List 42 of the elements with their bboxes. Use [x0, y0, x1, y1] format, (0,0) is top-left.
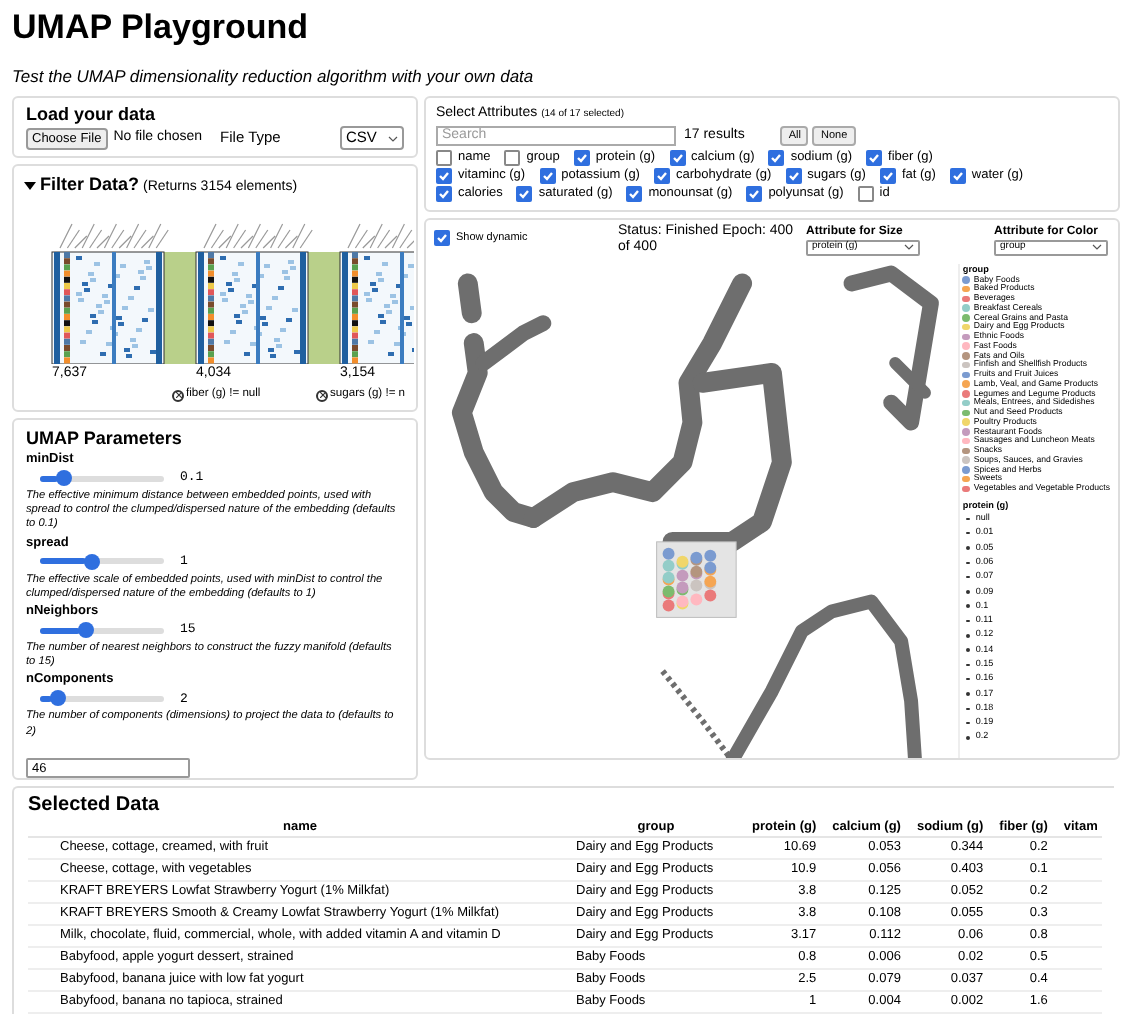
slider-thumb[interactable]: [56, 470, 73, 486]
section-title: Selected Data: [28, 792, 162, 818]
checkbox[interactable]: [516, 186, 533, 202]
slider-track[interactable]: [40, 558, 164, 565]
checkbox[interactable]: [573, 150, 590, 166]
page-subtitle: Test the UMAP dimensionality reduction algorithm with your own data: [12, 66, 536, 88]
checkbox[interactable]: [434, 229, 450, 246]
page-title: UMAP Playground: [12, 6, 310, 50]
chevron-icon: [388, 135, 398, 141]
remove-filter-icon[interactable]: [172, 389, 184, 401]
checkbox[interactable]: [879, 168, 896, 184]
checkbox[interactable]: [669, 150, 686, 166]
slider-thumb[interactable]: [83, 553, 100, 570]
slider-track[interactable]: [40, 475, 164, 481]
checkbox[interactable]: [539, 168, 556, 184]
checkbox[interactable]: [949, 168, 966, 184]
flow-band: [308, 252, 340, 364]
checkbox[interactable]: [504, 150, 521, 166]
chevron-icon: [904, 244, 914, 250]
checkbox[interactable]: [653, 168, 670, 184]
checkbox[interactable]: [436, 150, 452, 166]
checkbox[interactable]: [768, 150, 785, 166]
expand-triangle-icon[interactable]: [24, 180, 36, 192]
slider-track[interactable]: [40, 695, 164, 702]
chevron-icon: [1092, 244, 1102, 250]
checkbox[interactable]: [746, 186, 763, 202]
flow-band: [164, 252, 196, 364]
panel-title: Filter Data?: [40, 172, 140, 196]
remove-filter-icon[interactable]: [316, 389, 328, 401]
slider-thumb[interactable]: [50, 690, 67, 707]
panel-title: Load your data: [26, 104, 158, 126]
checkbox[interactable]: [436, 168, 452, 184]
panel-title: UMAP Parameters: [26, 426, 184, 450]
checkbox[interactable]: [626, 186, 643, 202]
heatmap-drawing: [51, 223, 169, 364]
slider-thumb[interactable]: [77, 622, 94, 639]
heatmap-drawing: [195, 223, 313, 364]
checkbox[interactable]: [785, 168, 802, 184]
checkbox[interactable]: [436, 186, 452, 202]
checkbox[interactable]: [857, 186, 874, 202]
checkbox[interactable]: [866, 150, 883, 166]
slider-track[interactable]: [40, 627, 164, 634]
